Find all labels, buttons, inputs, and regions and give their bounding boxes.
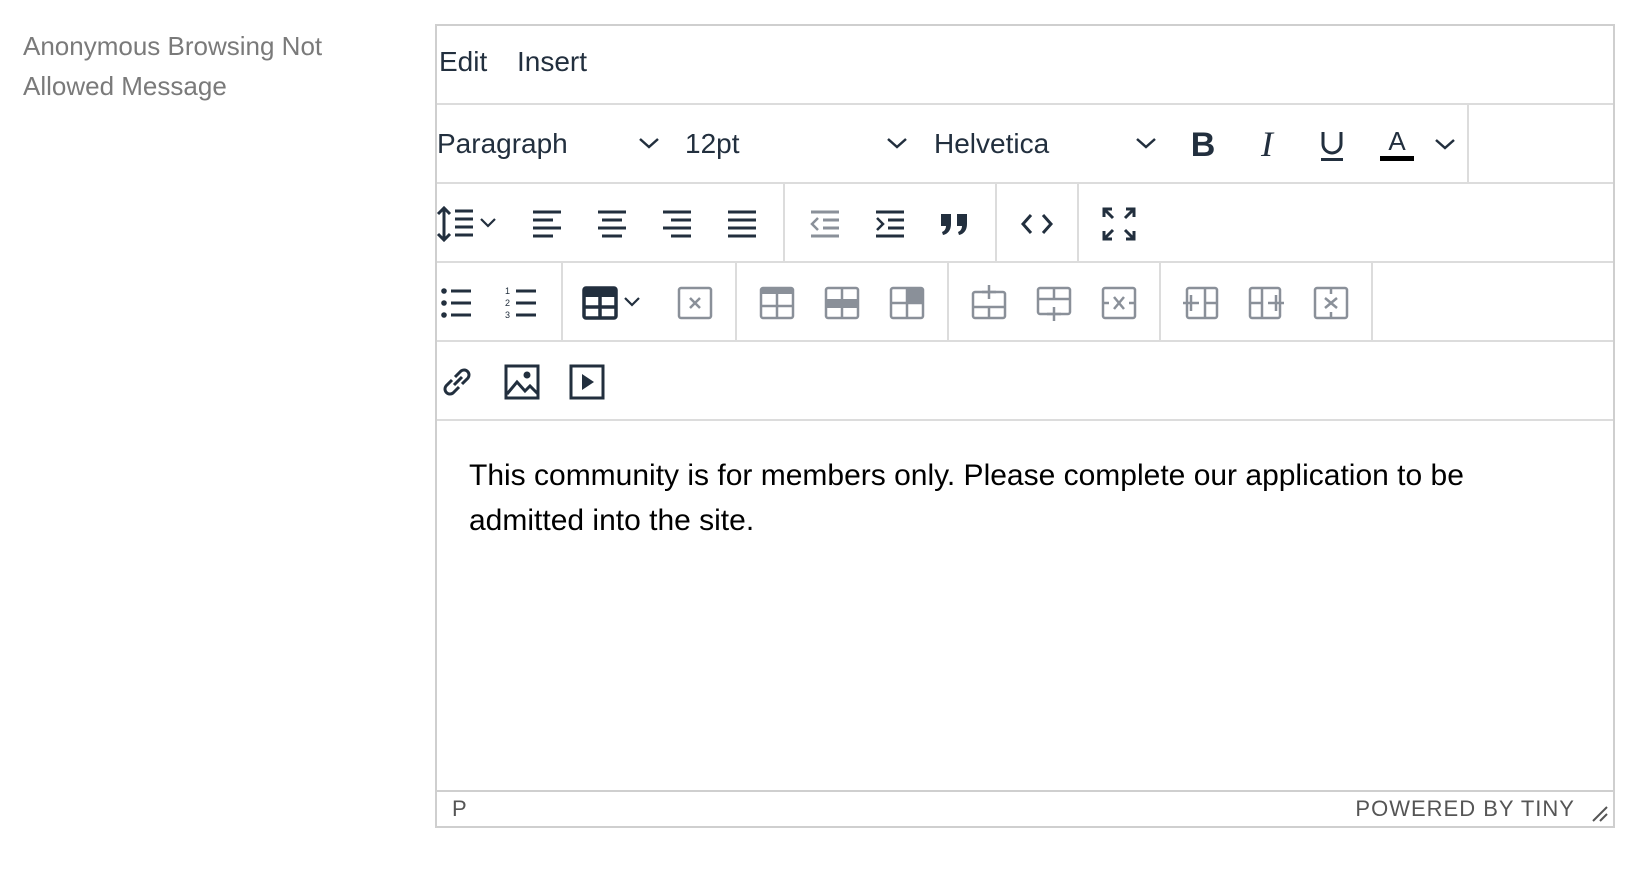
chevron-down-icon [1136,138,1156,149]
align-center-button[interactable] [590,202,634,246]
block-format-value: Paragraph [437,128,568,159]
toolbar-row-format: Paragraph 12pt Helvetica B I A [437,105,1613,184]
table-delete-col-icon [1313,286,1349,320]
svg-text:B: B [1191,126,1216,164]
toolbar-row-lists-tables: 1 2 3 [437,263,1613,342]
code-icon [1020,214,1054,234]
svg-text:1: 1 [505,286,510,296]
text-color-icon: A [1380,126,1414,161]
menu-insert[interactable]: Insert [517,46,587,78]
table-insert-col-before-icon [1183,286,1219,320]
table-insert-col-after-icon [1248,286,1284,320]
chevron-down-icon[interactable] [1433,136,1457,152]
toolbar-row-paragraph [435,184,1613,263]
table-insert-row-after-button[interactable] [1032,281,1076,325]
fullscreen-button[interactable] [1097,202,1141,246]
chevron-down-icon [639,138,659,149]
table-insert-col-after-button[interactable] [1244,281,1288,325]
indent-button[interactable] [868,202,912,246]
image-icon [504,364,540,400]
link-icon [443,368,471,396]
table-delete-button[interactable] [673,281,717,325]
underline-button[interactable] [1310,123,1354,167]
table-delete-row-button[interactable] [1097,281,1141,325]
align-left-button[interactable] [525,202,569,246]
statusbar: P POWERED BY TINY [437,790,1613,826]
table-delete-col-button[interactable] [1309,281,1353,325]
rich-text-editor: Edit Insert Paragraph 12pt Helvetica B I… [435,24,1615,828]
line-height-icon [436,205,496,243]
align-center-icon [598,210,626,238]
outdent-button[interactable] [803,202,847,246]
svg-text:A: A [1388,126,1406,156]
table-merge-cells-button[interactable] [885,281,929,325]
table-insert-row-after-icon [1036,286,1072,321]
menu-edit[interactable]: Edit [439,46,487,78]
outdent-icon [810,210,839,238]
block-format-select[interactable]: Paragraph [413,121,663,167]
link-button[interactable] [435,360,479,404]
resize-handle-icon[interactable] [1589,803,1609,823]
blockquote-button[interactable] [933,202,977,246]
align-justify-button[interactable] [720,202,764,246]
svg-text:3: 3 [505,310,510,320]
toolbar-row-insert [437,342,1613,421]
underline-icon [1321,132,1343,161]
field-label: Anonymous Browsing Not Allowed Message [23,31,323,101]
table-insert-col-before-button[interactable] [1179,281,1223,325]
table-cell-props-icon [759,286,795,320]
align-left-icon [533,210,561,238]
table-delete-row-icon [1101,286,1137,320]
bold-icon: B [1191,126,1216,164]
table-row-props-button[interactable] [820,281,864,325]
svg-text:2: 2 [505,298,510,308]
media-button[interactable] [565,360,609,404]
align-right-button[interactable] [655,202,699,246]
table-merge-cells-icon [889,286,925,320]
table-row-props-icon [824,286,860,320]
italic-button[interactable]: I [1245,123,1289,167]
font-family-select[interactable]: Helvetica [910,121,1160,167]
fullscreen-icon [1102,207,1136,241]
branding-link[interactable]: POWERED BY TINY [1355,796,1575,822]
font-size-select[interactable]: 12pt [661,121,911,167]
numbered-list-icon: 1 2 3 [505,286,536,320]
table-cell-props-button[interactable] [755,281,799,325]
code-button[interactable] [1015,202,1059,246]
bold-button[interactable]: B [1181,123,1225,167]
font-size-value: 12pt [685,128,740,159]
table-delete-icon [677,286,713,320]
bullet-list-button[interactable] [435,281,479,325]
bullet-list-icon [441,288,471,318]
svg-text:I: I [1260,124,1275,164]
menubar: Edit Insert [437,26,1613,105]
table-insert-row-before-icon [971,285,1007,320]
table-icon [582,286,640,320]
image-button[interactable] [500,360,544,404]
blockquote-icon [941,214,967,235]
element-path[interactable]: P [452,796,467,822]
table-insert-row-before-button[interactable] [967,281,1011,325]
numbered-list-button[interactable]: 1 2 3 [500,281,544,325]
text-color-button[interactable]: A [1375,123,1419,167]
table-button[interactable] [579,281,645,325]
font-family-value: Helvetica [934,128,1050,159]
align-justify-icon [728,210,756,238]
italic-icon: I [1260,124,1275,164]
media-icon [569,364,605,400]
content-paragraph[interactable]: This community is for members only. Plea… [469,453,1581,543]
indent-icon [876,210,904,238]
chevron-down-icon [887,138,907,149]
line-height-button[interactable] [435,202,501,246]
editor-content[interactable]: This community is for members only. Plea… [437,421,1613,816]
align-right-icon [663,210,691,238]
